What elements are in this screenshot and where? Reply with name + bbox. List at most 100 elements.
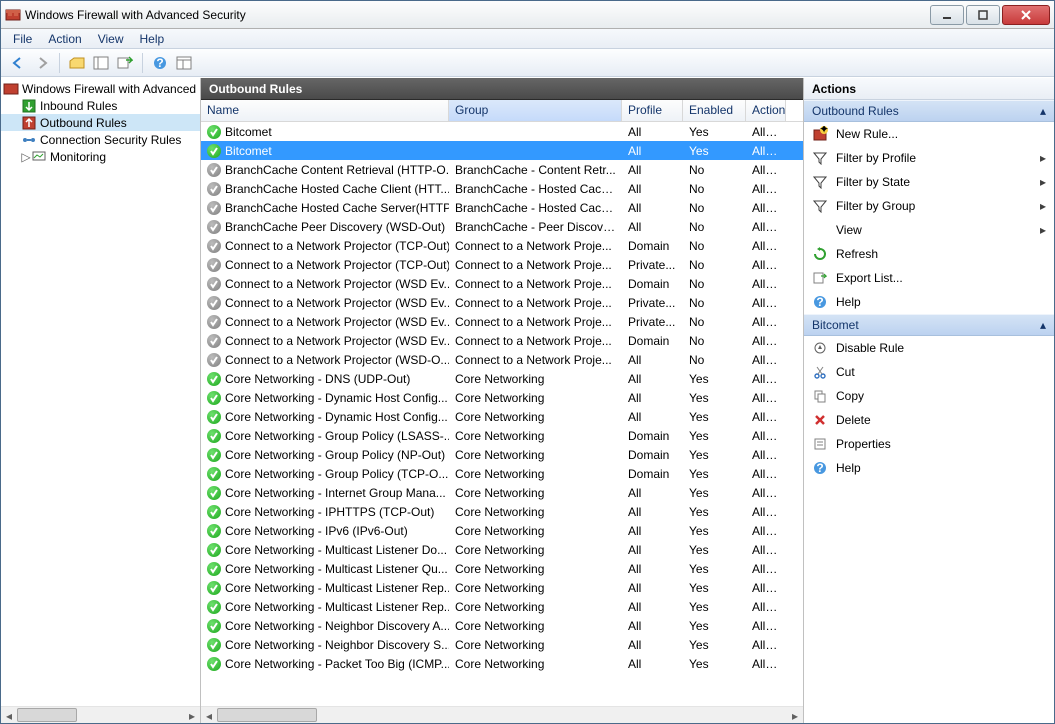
maximize-button[interactable] — [966, 5, 1000, 25]
col-name[interactable]: Name — [201, 100, 449, 121]
col-action[interactable]: Action — [746, 100, 786, 121]
scroll-right-icon[interactable]: ▸ — [184, 707, 200, 723]
rule-row[interactable]: Core Networking - Packet Too Big (ICMP..… — [201, 654, 803, 673]
action-export[interactable]: Export List... — [804, 266, 1054, 290]
rule-row[interactable]: Core Networking - DNS (UDP-Out)Core Netw… — [201, 369, 803, 388]
back-button[interactable] — [7, 52, 29, 74]
scroll-thumb[interactable] — [17, 708, 77, 722]
up-folder-button[interactable] — [66, 52, 88, 74]
tree-inbound-label: Inbound Rules — [40, 99, 117, 113]
menu-view[interactable]: View — [90, 30, 132, 48]
action-help-2[interactable]: ?Help — [804, 456, 1054, 480]
expand-icon[interactable]: ▷ — [21, 150, 31, 164]
rule-group: BranchCache - Hosted Cach... — [449, 201, 622, 215]
rule-row[interactable]: BitcometAllYesAllow — [201, 122, 803, 141]
rule-row[interactable]: BranchCache Hosted Cache Server(HTTP...B… — [201, 198, 803, 217]
properties-button[interactable] — [173, 52, 195, 74]
action-new-rule[interactable]: ✦New Rule... — [804, 122, 1054, 146]
action-filter-group[interactable]: Filter by Group▸ — [804, 194, 1054, 218]
actions-section-selection[interactable]: Bitcomet ▴ — [804, 314, 1054, 336]
rule-row[interactable]: BitcometAllYesAllow — [201, 141, 803, 160]
rule-row[interactable]: Connect to a Network Projector (WSD Ev..… — [201, 293, 803, 312]
rule-name: Core Networking - Group Policy (NP-Out) — [225, 448, 445, 462]
rule-row[interactable]: Core Networking - Multicast Listener Rep… — [201, 597, 803, 616]
rule-row[interactable]: Core Networking - Group Policy (LSASS-..… — [201, 426, 803, 445]
rule-name: Core Networking - IPv6 (IPv6-Out) — [225, 524, 408, 538]
action-filter-state[interactable]: Filter by State▸ — [804, 170, 1054, 194]
svg-text:✦: ✦ — [819, 126, 828, 136]
scroll-left-icon[interactable]: ◂ — [201, 707, 217, 723]
tree-monitoring[interactable]: ▷ Monitoring — [1, 148, 200, 165]
help-button[interactable]: ? — [149, 52, 171, 74]
action-properties[interactable]: Properties — [804, 432, 1054, 456]
rule-row[interactable]: BranchCache Hosted Cache Client (HTT...B… — [201, 179, 803, 198]
rule-row[interactable]: Connect to a Network Projector (WSD Ev..… — [201, 312, 803, 331]
action-copy[interactable]: Copy — [804, 384, 1054, 408]
rule-row[interactable]: Core Networking - Neighbor Discovery A..… — [201, 616, 803, 635]
rule-row[interactable]: Core Networking - IPHTTPS (TCP-Out)Core … — [201, 502, 803, 521]
rule-row[interactable]: BranchCache Peer Discovery (WSD-Out)Bran… — [201, 217, 803, 236]
action-cut[interactable]: Cut — [804, 360, 1054, 384]
rule-row[interactable]: BranchCache Content Retrieval (HTTP-O...… — [201, 160, 803, 179]
rule-row[interactable]: Connect to a Network Projector (WSD-O...… — [201, 350, 803, 369]
rule-name: Connect to a Network Projector (WSD Ev..… — [225, 334, 449, 348]
show-hide-tree-button[interactable] — [90, 52, 112, 74]
actions-pane: Actions Outbound Rules ▴ ✦New Rule... Fi… — [804, 78, 1054, 723]
collapse-icon[interactable]: ▴ — [1040, 104, 1046, 118]
list-hscrollbar[interactable]: ◂ ▸ — [201, 706, 803, 723]
col-enabled[interactable]: Enabled — [683, 100, 746, 121]
rule-row[interactable]: Connect to a Network Projector (TCP-Out)… — [201, 255, 803, 274]
column-headers: Name Group Profile Enabled Action — [201, 100, 803, 122]
rule-row[interactable]: Core Networking - Multicast Listener Qu.… — [201, 559, 803, 578]
svg-text:?: ? — [816, 461, 823, 475]
action-refresh[interactable]: Refresh — [804, 242, 1054, 266]
scroll-left-icon[interactable]: ◂ — [1, 707, 17, 723]
actions-section-outbound[interactable]: Outbound Rules ▴ — [804, 100, 1054, 122]
rule-action: Allow — [746, 524, 786, 538]
rule-action: Allow — [746, 372, 786, 386]
menu-action[interactable]: Action — [40, 30, 89, 48]
rule-row[interactable]: Core Networking - Dynamic Host Config...… — [201, 407, 803, 426]
col-group[interactable]: Group — [449, 100, 622, 121]
action-help[interactable]: ?Help — [804, 290, 1054, 314]
tree-outbound[interactable]: Outbound Rules — [1, 114, 200, 131]
rule-action: Allow — [746, 220, 786, 234]
export-button[interactable] — [114, 52, 136, 74]
rule-group: Connect to a Network Proje... — [449, 258, 622, 272]
rule-name: Connect to a Network Projector (WSD-O... — [225, 353, 449, 367]
forward-button[interactable] — [31, 52, 53, 74]
rule-enabled: Yes — [683, 429, 746, 443]
action-delete[interactable]: Delete — [804, 408, 1054, 432]
rule-group: Core Networking — [449, 657, 622, 671]
rule-name: Bitcomet — [225, 125, 272, 139]
rule-row[interactable]: Core Networking - Neighbor Discovery S..… — [201, 635, 803, 654]
rule-status-icon — [207, 201, 221, 215]
minimize-button[interactable] — [930, 5, 964, 25]
action-view[interactable]: View▸ — [804, 218, 1054, 242]
rule-row[interactable]: Core Networking - Multicast Listener Rep… — [201, 578, 803, 597]
scroll-thumb[interactable] — [217, 708, 317, 722]
rule-group: Core Networking — [449, 410, 622, 424]
rule-row[interactable]: Core Networking - IPv6 (IPv6-Out)Core Ne… — [201, 521, 803, 540]
rule-row[interactable]: Core Networking - Group Policy (NP-Out)C… — [201, 445, 803, 464]
rule-row[interactable]: Core Networking - Multicast Listener Do.… — [201, 540, 803, 559]
action-filter-profile[interactable]: Filter by Profile▸ — [804, 146, 1054, 170]
col-profile[interactable]: Profile — [622, 100, 683, 121]
menu-file[interactable]: File — [5, 30, 40, 48]
tree-csr[interactable]: Connection Security Rules — [1, 131, 200, 148]
rule-row[interactable]: Core Networking - Group Policy (TCP-O...… — [201, 464, 803, 483]
menu-help[interactable]: Help — [132, 30, 173, 48]
action-disable-rule[interactable]: Disable Rule — [804, 336, 1054, 360]
tree-hscrollbar[interactable]: ◂ ▸ — [1, 706, 200, 723]
close-button[interactable] — [1002, 5, 1050, 25]
scroll-right-icon[interactable]: ▸ — [787, 707, 803, 723]
rule-row[interactable]: Core Networking - Internet Group Mana...… — [201, 483, 803, 502]
tree-root[interactable]: Windows Firewall with Advanced Security — [1, 80, 200, 97]
rule-row[interactable]: Core Networking - Dynamic Host Config...… — [201, 388, 803, 407]
collapse-icon[interactable]: ▴ — [1040, 318, 1046, 332]
rule-row[interactable]: Connect to a Network Projector (TCP-Out)… — [201, 236, 803, 255]
rule-profile: All — [622, 562, 683, 576]
rule-row[interactable]: Connect to a Network Projector (WSD Ev..… — [201, 274, 803, 293]
rule-row[interactable]: Connect to a Network Projector (WSD Ev..… — [201, 331, 803, 350]
tree-inbound[interactable]: Inbound Rules — [1, 97, 200, 114]
